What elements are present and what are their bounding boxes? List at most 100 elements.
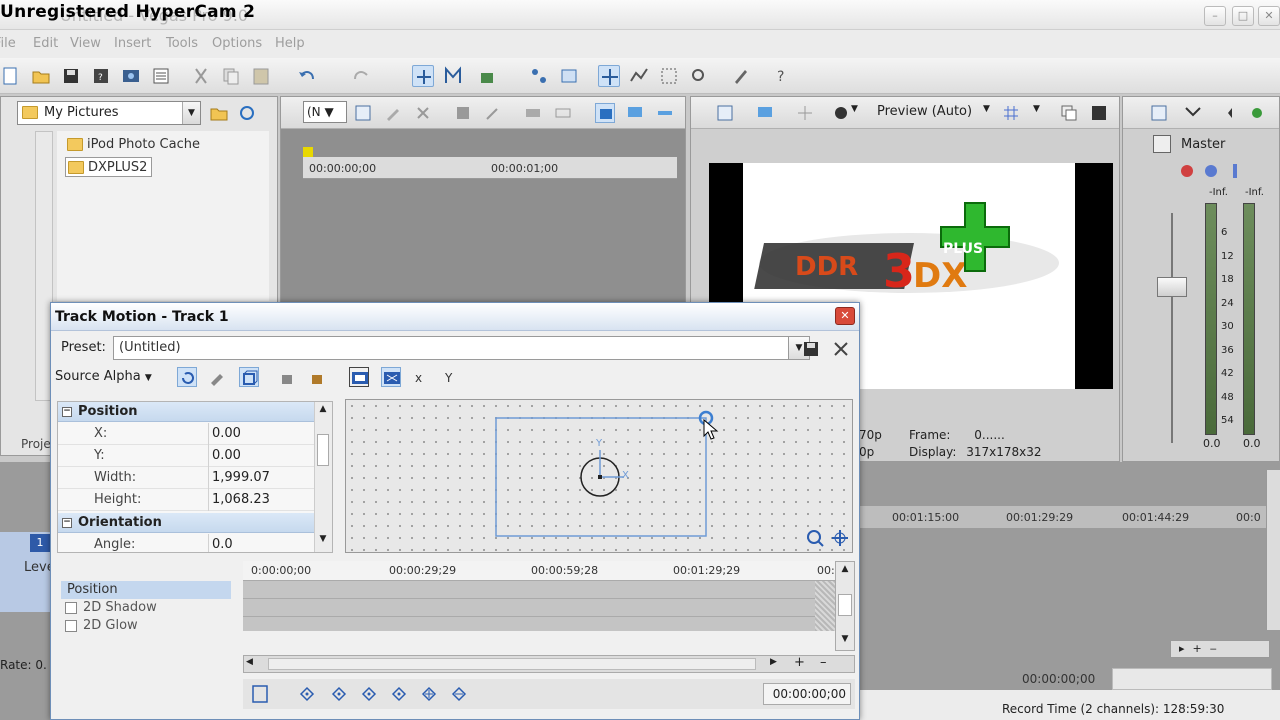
pencil-icon[interactable] [383,103,403,123]
scroll-up-icon[interactable]: ▲ [316,404,330,418]
chevron-down-icon[interactable]: ▼ [182,102,200,124]
dialog-titlebar[interactable]: Track Motion - Track 1 ✕ [51,303,859,331]
prop-row-angle[interactable]: Angle: 0.0 [58,534,314,552]
copy-snapshot-icon[interactable] [1059,103,1079,123]
explorer-path-dropdown[interactable]: My Pictures ▼ [17,101,201,125]
audio-only-icon[interactable] [655,103,675,123]
3d-box-icon[interactable] [239,367,259,387]
scroll-thumb[interactable] [268,658,756,670]
preview-properties-icon[interactable] [715,103,735,123]
y-value[interactable]: 0.00 [212,445,241,467]
cursor-time-display[interactable]: 00:00:00;00 [763,683,851,705]
prevent-movement-y-icon[interactable]: x [411,367,431,387]
keyframe-track-area[interactable] [243,581,835,631]
keyframe-vertical-scrollbar[interactable]: ▲ ▼ [835,561,855,651]
menu-tools[interactable]: Tools [166,36,198,51]
dim-output-icon[interactable] [1217,103,1237,123]
media-fx-icon[interactable] [730,65,752,87]
save-region-icon[interactable] [453,103,473,123]
overlays-grid-icon[interactable] [1001,103,1021,123]
zoom-tool-icon[interactable] [688,65,710,87]
auto-ripple-icon[interactable] [442,65,464,87]
keyframe-row-glow[interactable] [243,617,835,631]
menu-insert[interactable]: Insert [114,36,151,51]
marker-icon[interactable] [483,103,503,123]
prevent-movement-x-icon[interactable] [381,367,401,387]
trimmer-mode-dropdown[interactable]: (N ▼ [303,101,347,123]
keyframe-row-shadow[interactable] [243,599,835,617]
timeline-ruler[interactable]: 00:01:15:00 00:01:29:29 00:01:44:29 00:0 [860,506,1270,528]
lock-envelopes-icon[interactable] [476,65,498,87]
maximize-button[interactable]: □ [1232,6,1254,26]
overwrite-icon[interactable] [553,103,573,123]
save-as-icon[interactable]: ? [90,65,112,87]
minimize-button[interactable]: – [1204,6,1226,26]
normal-edit-tool-icon[interactable] [598,65,620,87]
external-monitor-icon[interactable] [755,103,775,123]
scroll-down-icon[interactable]: ▼ [316,534,330,548]
preview-quality-dropdown[interactable]: Preview (Auto) [877,104,972,119]
dialog-close-button[interactable]: ✕ [835,307,855,325]
preset-dropdown[interactable]: (Untitled) ▼ [113,336,810,360]
tree-item-dxplus2[interactable]: DXPLUS2 [65,157,153,177]
lock-aspect-icon[interactable] [277,367,297,387]
crossfade-icon[interactable] [558,65,580,87]
collapse-icon[interactable]: − [62,518,72,528]
x-value[interactable]: 0.00 [212,423,241,445]
collapse-icon[interactable]: − [62,407,72,417]
scroll-right-icon[interactable]: ▶ [770,657,777,667]
orientation-section-header[interactable]: − Orientation [58,513,314,533]
ignore-grouping-icon[interactable] [528,65,550,87]
save-preset-icon[interactable] [801,339,821,359]
kf-track-2d-glow[interactable]: 2D Glow [61,617,231,635]
keyframe-row-position[interactable] [243,581,835,599]
properties-scrollbar[interactable]: ▲ ▼ [314,402,332,552]
scale-about-center-icon[interactable] [307,367,327,387]
prop-row-x[interactable]: X: 0.00 [58,423,314,445]
video-fx-icon[interactable] [831,103,851,123]
2d-glow-checkbox[interactable] [65,620,77,632]
add-to-timeline-icon[interactable] [523,103,543,123]
menu-options[interactable]: Options [212,36,262,51]
delete-preset-icon[interactable] [831,339,851,359]
master-fader-handle[interactable] [1157,277,1187,297]
scroll-thumb[interactable] [317,434,329,466]
prop-row-height[interactable]: Height: 1,068.23 [58,489,314,511]
snapping-icon[interactable] [412,65,434,87]
menu-file[interactable]: File [0,36,16,51]
scroll-left-icon[interactable]: ◀ [246,657,253,667]
timeline-vertical-scrollbar[interactable] [1266,470,1280,630]
zoom-in-icon[interactable]: + [794,655,805,670]
kf-track-2d-shadow[interactable]: 2D Shadow [61,599,231,617]
selection-tool-icon[interactable] [658,65,680,87]
keyframe-ruler[interactable]: 0:00:00;00 00:00:29;29 00:00:59;28 00:01… [243,561,835,581]
prop-row-width[interactable]: Width: 1,999.07 [58,467,314,489]
new-project-icon[interactable] [0,65,22,87]
trimmer-properties-icon[interactable] [353,103,373,123]
track-number[interactable]: 1 [30,534,50,552]
save-icon[interactable] [60,65,82,87]
window-close-button[interactable]: ✕ [1258,6,1280,26]
edit-in-place-icon[interactable] [207,367,227,387]
render-icon[interactable] [120,65,142,87]
monitor-icon[interactable] [625,103,645,123]
whats-this-help-icon[interactable]: ? [772,65,794,87]
properties-icon[interactable] [150,65,172,87]
cut-icon[interactable] [190,65,212,87]
edit-relative-to-screen-icon[interactable] [349,367,369,387]
video-only-icon[interactable] [595,103,615,123]
project-media-tab[interactable]: Proje [21,437,51,451]
audio-fx-icon[interactable] [1247,103,1267,123]
undo-icon[interactable] [296,65,318,87]
scroll-down-icon[interactable]: ▼ [837,634,853,648]
angle-value[interactable]: 0.0 [212,534,233,552]
prevent-sizing-icon[interactable]: Y [441,367,461,387]
zoom-out-icon[interactable]: – [820,655,827,670]
menu-view[interactable]: View [70,36,101,51]
track-motion-canvas[interactable]: Y X [345,399,853,553]
scroll-up-icon[interactable]: ▲ [837,564,853,578]
source-alpha-dropdown[interactable]: Source Alpha ▼ [55,369,152,384]
master-bus-icon[interactable] [1153,135,1171,153]
up-folder-icon[interactable] [209,103,229,123]
split-screen-icon[interactable] [795,103,815,123]
